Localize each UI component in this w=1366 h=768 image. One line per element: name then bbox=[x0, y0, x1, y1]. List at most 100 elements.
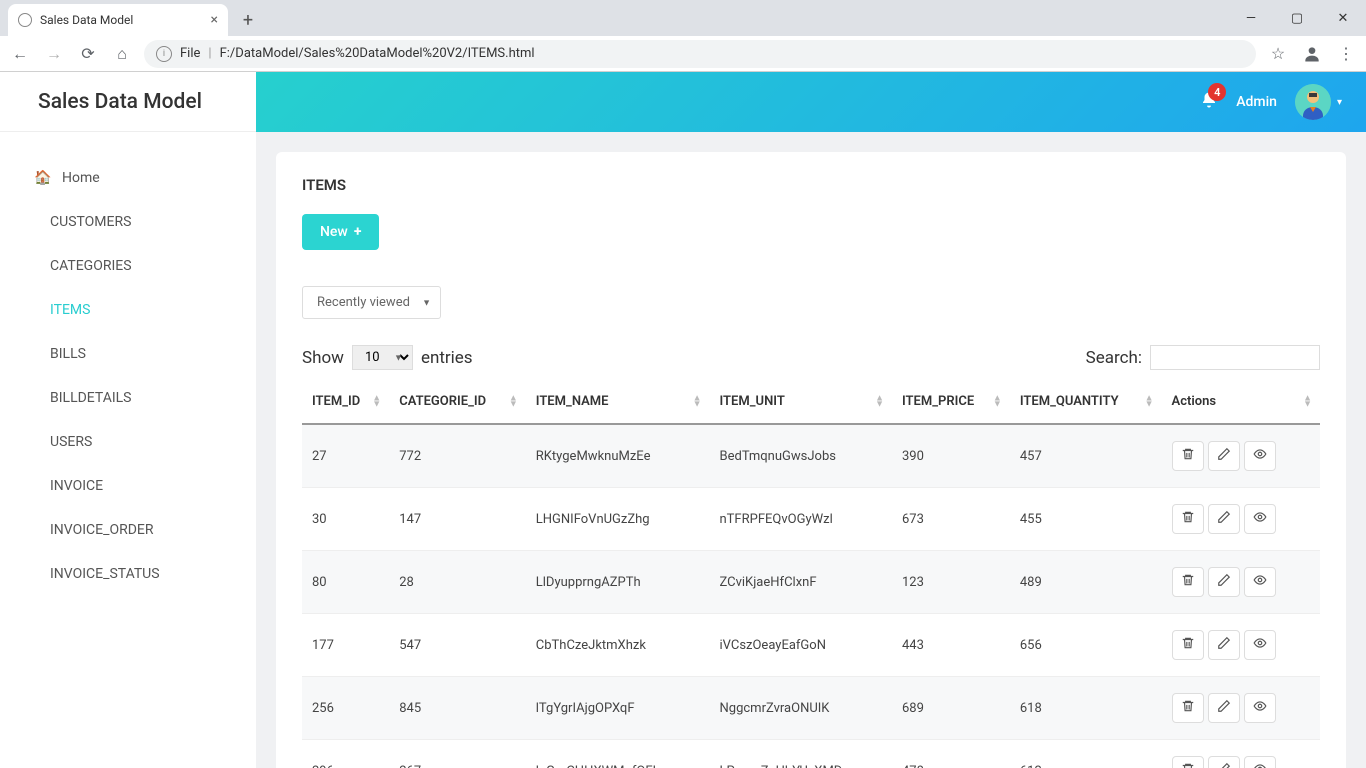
browser-tab[interactable]: Sales Data Model × bbox=[8, 4, 228, 36]
table-cell: ZCviKjaeHfClxnF bbox=[710, 551, 893, 614]
profile-icon[interactable] bbox=[1300, 42, 1324, 66]
view-button[interactable] bbox=[1244, 504, 1276, 534]
home-icon: 🏠 bbox=[34, 170, 51, 186]
table-cell: 296 bbox=[302, 740, 389, 768]
sidebar-item-customers[interactable]: CUSTOMERS bbox=[0, 200, 256, 244]
filter-select[interactable]: Recently viewed bbox=[302, 286, 441, 319]
eye-icon bbox=[1253, 762, 1267, 768]
view-button[interactable] bbox=[1244, 441, 1276, 471]
actions-cell bbox=[1162, 677, 1320, 740]
actions-cell bbox=[1162, 551, 1320, 614]
sidebar-item-label: CATEGORIES bbox=[50, 258, 132, 274]
back-button[interactable]: ← bbox=[8, 42, 32, 66]
sidebar-item-invoice[interactable]: INVOICE bbox=[0, 464, 256, 508]
sort-icon: ▲▼ bbox=[372, 395, 381, 408]
pencil-icon bbox=[1217, 636, 1231, 654]
info-icon: i bbox=[156, 46, 172, 62]
sidebar-item-categories[interactable]: CATEGORIES bbox=[0, 244, 256, 288]
delete-button[interactable] bbox=[1172, 756, 1204, 768]
home-button[interactable]: ⌂ bbox=[110, 42, 134, 66]
brand-title: Sales Data Model bbox=[0, 72, 256, 132]
user-menu[interactable]: ▾ bbox=[1295, 84, 1342, 120]
delete-button[interactable] bbox=[1172, 630, 1204, 660]
delete-button[interactable] bbox=[1172, 567, 1204, 597]
search-input[interactable] bbox=[1150, 345, 1320, 370]
browser-toolbar: ← → ⟳ ⌂ i File | F:/DataModel/Sales%20Da… bbox=[0, 36, 1366, 72]
sort-icon: ▲▼ bbox=[509, 395, 518, 408]
actions-cell bbox=[1162, 488, 1320, 551]
minimize-button[interactable]: — bbox=[1228, 0, 1274, 36]
sidebar-item-users[interactable]: USERS bbox=[0, 420, 256, 464]
sidebar-nav: 🏠 Home CUSTOMERS CATEGORIES ITEMS BILLS … bbox=[0, 132, 256, 596]
close-icon[interactable]: × bbox=[211, 12, 218, 28]
table-cell: 30 bbox=[302, 488, 389, 551]
trash-icon bbox=[1181, 510, 1195, 528]
sidebar-item-label: INVOICE bbox=[50, 478, 103, 494]
table-cell: 673 bbox=[892, 488, 1010, 551]
forward-button[interactable]: → bbox=[42, 42, 66, 66]
table-cell: 390 bbox=[892, 424, 1010, 488]
new-tab-button[interactable]: + bbox=[234, 6, 262, 34]
table-cell: 618 bbox=[1010, 677, 1162, 740]
col-actions[interactable]: Actions▲▼ bbox=[1162, 380, 1320, 424]
view-button[interactable] bbox=[1244, 567, 1276, 597]
edit-button[interactable] bbox=[1208, 567, 1240, 597]
edit-button[interactable] bbox=[1208, 441, 1240, 471]
table-cell: RKtygeMwknuMzEe bbox=[526, 424, 710, 488]
reload-button[interactable]: ⟳ bbox=[76, 42, 100, 66]
sidebar-item-invoice-status[interactable]: INVOICE_STATUS bbox=[0, 552, 256, 596]
col-item-unit[interactable]: ITEM_UNIT▲▼ bbox=[710, 380, 893, 424]
trash-icon bbox=[1181, 573, 1195, 591]
edit-button[interactable] bbox=[1208, 756, 1240, 768]
col-item-price[interactable]: ITEM_PRICE▲▼ bbox=[892, 380, 1010, 424]
entries-label: entries bbox=[421, 348, 473, 368]
table-cell: 80 bbox=[302, 551, 389, 614]
col-categorie-id[interactable]: CATEGORIE_ID▲▼ bbox=[389, 380, 526, 424]
url-input[interactable]: i File | F:/DataModel/Sales%20DataModel%… bbox=[144, 40, 1256, 68]
delete-button[interactable] bbox=[1172, 441, 1204, 471]
table-cell: BedTmqnuGwsJobs bbox=[710, 424, 893, 488]
view-button[interactable] bbox=[1244, 756, 1276, 768]
page-size-select[interactable]: 10 bbox=[352, 345, 413, 370]
new-button[interactable]: New + bbox=[302, 214, 379, 250]
table-cell: LPnmoZgHbYUzXMD bbox=[710, 740, 893, 768]
sidebar-item-billdetails[interactable]: BILLDETAILS bbox=[0, 376, 256, 420]
sort-icon: ▲▼ bbox=[693, 395, 702, 408]
notification-bell[interactable]: 4 bbox=[1200, 91, 1218, 113]
table-cell: iVCszOeayEafGoN bbox=[710, 614, 893, 677]
col-item-name[interactable]: ITEM_NAME▲▼ bbox=[526, 380, 710, 424]
edit-button[interactable] bbox=[1208, 630, 1240, 660]
table-row: 30147LHGNIFoVnUGzZhgnTFRPFEQvOGyWzl67345… bbox=[302, 488, 1320, 551]
eye-icon bbox=[1253, 510, 1267, 528]
trash-icon bbox=[1181, 447, 1195, 465]
delete-button[interactable] bbox=[1172, 693, 1204, 723]
table-cell: 489 bbox=[1010, 551, 1162, 614]
sidebar-item-invoice-order[interactable]: INVOICE_ORDER bbox=[0, 508, 256, 552]
view-button[interactable] bbox=[1244, 693, 1276, 723]
search-control: Search: bbox=[1086, 345, 1320, 370]
sidebar-item-items[interactable]: ITEMS bbox=[0, 288, 256, 332]
menu-icon[interactable]: ⋮ bbox=[1334, 42, 1358, 66]
edit-button[interactable] bbox=[1208, 504, 1240, 534]
view-button[interactable] bbox=[1244, 630, 1276, 660]
star-icon[interactable]: ☆ bbox=[1266, 42, 1290, 66]
page-title: ITEMS bbox=[302, 176, 1320, 194]
maximize-button[interactable]: ▢ bbox=[1274, 0, 1320, 36]
sidebar: Sales Data Model 🏠 Home CUSTOMERS CATEGO… bbox=[0, 72, 256, 768]
actions-cell bbox=[1162, 740, 1320, 768]
window-controls: — ▢ ✕ bbox=[1228, 0, 1366, 36]
sidebar-item-bills[interactable]: BILLS bbox=[0, 332, 256, 376]
table-cell: LlDyupprngAZPTh bbox=[526, 551, 710, 614]
sort-icon: ▲▼ bbox=[1303, 395, 1312, 408]
table-cell: 28 bbox=[389, 551, 526, 614]
edit-button[interactable] bbox=[1208, 693, 1240, 723]
eye-icon bbox=[1253, 636, 1267, 654]
col-item-quantity[interactable]: ITEM_QUANTITY▲▼ bbox=[1010, 380, 1162, 424]
close-window-button[interactable]: ✕ bbox=[1320, 0, 1366, 36]
table-cell: luGmCHHXWMofOFL bbox=[526, 740, 710, 768]
tab-title: Sales Data Model bbox=[40, 13, 133, 27]
col-item-id[interactable]: ITEM_ID▲▼ bbox=[302, 380, 389, 424]
delete-button[interactable] bbox=[1172, 504, 1204, 534]
main-area: 4 Admin ▾ ITEMS bbox=[256, 72, 1366, 768]
sidebar-item-home[interactable]: 🏠 Home bbox=[0, 156, 256, 200]
